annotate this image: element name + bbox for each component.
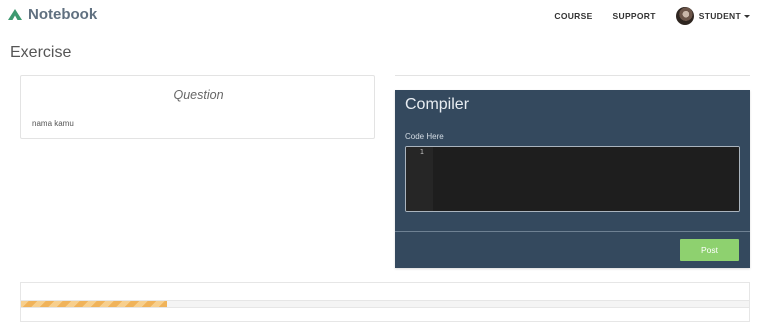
code-label: Code Here bbox=[405, 132, 444, 141]
post-button[interactable]: Post bbox=[680, 239, 739, 261]
divider bbox=[395, 75, 750, 76]
nav-support-link[interactable]: SUPPORT bbox=[613, 11, 656, 21]
navbar: Notebook COURSE SUPPORT STUDENT bbox=[0, 0, 760, 32]
nav-course-link[interactable]: COURSE bbox=[554, 11, 592, 21]
caret-down-icon bbox=[744, 14, 750, 18]
line-number: 1 bbox=[419, 148, 424, 156]
student-label: STUDENT bbox=[698, 11, 741, 21]
progress-panel bbox=[20, 282, 750, 322]
compiler-divider bbox=[395, 231, 750, 232]
progress-bar bbox=[21, 300, 749, 308]
progress-fill bbox=[21, 301, 167, 307]
editor-gutter: 1 bbox=[406, 147, 433, 211]
nav-links: COURSE SUPPORT STUDENT bbox=[534, 5, 750, 27]
code-editor[interactable]: 1 bbox=[405, 146, 740, 212]
page-title: Exercise bbox=[10, 44, 72, 61]
brand-link[interactable]: Notebook bbox=[8, 6, 97, 23]
avatar bbox=[675, 7, 694, 25]
code-input[interactable] bbox=[433, 147, 739, 211]
question-title: Question bbox=[173, 88, 224, 102]
compiler-panel: Compiler Code Here 1 Post bbox=[395, 90, 750, 268]
question-text: nama kamu bbox=[32, 119, 74, 128]
question-panel: Question nama kamu bbox=[20, 75, 375, 139]
compiler-title: Compiler bbox=[405, 96, 470, 113]
brand-name: Notebook bbox=[28, 6, 98, 23]
brand-logo-icon bbox=[8, 9, 22, 20]
student-menu[interactable]: STUDENT bbox=[675, 7, 750, 25]
